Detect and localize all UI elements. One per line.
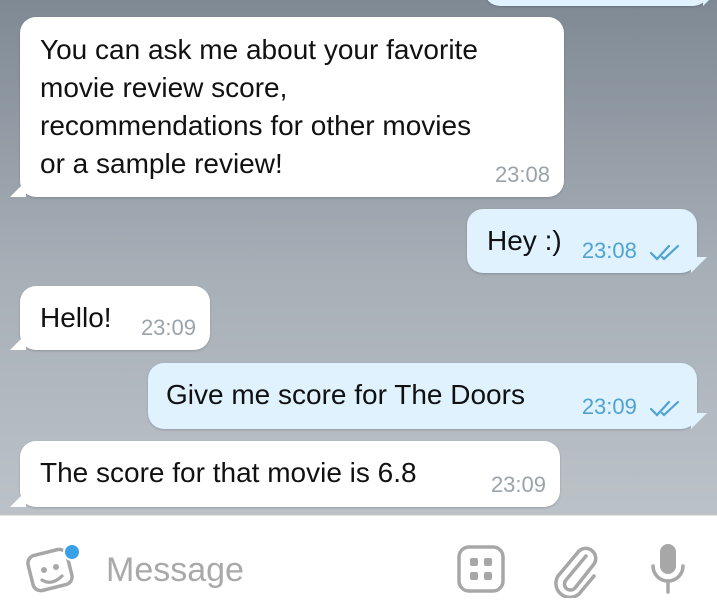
double-check-icon	[649, 401, 680, 417]
double-check-icon	[649, 245, 680, 261]
message-text: Hello!	[40, 302, 112, 333]
bot-commands-icon[interactable]	[456, 544, 506, 594]
message-bubble-outgoing[interactable]: Give me score for The Doors 23:09	[148, 363, 697, 429]
message-bubble-incoming[interactable]: You can ask me about your favorite movie…	[10, 17, 564, 197]
message-time: 23:08	[581, 238, 637, 263]
message-text: Hey :)	[487, 225, 562, 256]
message-text: You can ask me about your favorite movie…	[40, 34, 478, 179]
message-composer: Message	[0, 515, 717, 610]
paperclip-icon[interactable]	[550, 542, 602, 598]
message-time: 23:09	[581, 394, 637, 419]
chat-area[interactable]: You can ask me about your favorite movie…	[0, 0, 717, 515]
message-bubble-outgoing-partial[interactable]	[484, 0, 709, 6]
message-input[interactable]: Message	[106, 550, 244, 590]
message-bubble-incoming[interactable]: The score for that movie is 6.8 23:09	[10, 441, 560, 507]
message-bubble-outgoing[interactable]: Hey :) 23:08	[467, 209, 697, 273]
message-meta: 23:08	[582, 239, 683, 263]
message-text: Give me score for The Doors	[166, 379, 525, 410]
message-time: 23:08	[494, 162, 550, 187]
message-meta: 23:09	[582, 395, 683, 419]
sticker-icon[interactable]	[26, 540, 82, 596]
message-text: The score for that movie is 6.8	[40, 457, 417, 488]
microphone-icon[interactable]	[646, 540, 690, 600]
message-bubble-incoming[interactable]: Hello! 23:09	[10, 286, 210, 350]
message-time: 23:09	[140, 315, 196, 340]
message-time: 23:09	[490, 472, 546, 497]
